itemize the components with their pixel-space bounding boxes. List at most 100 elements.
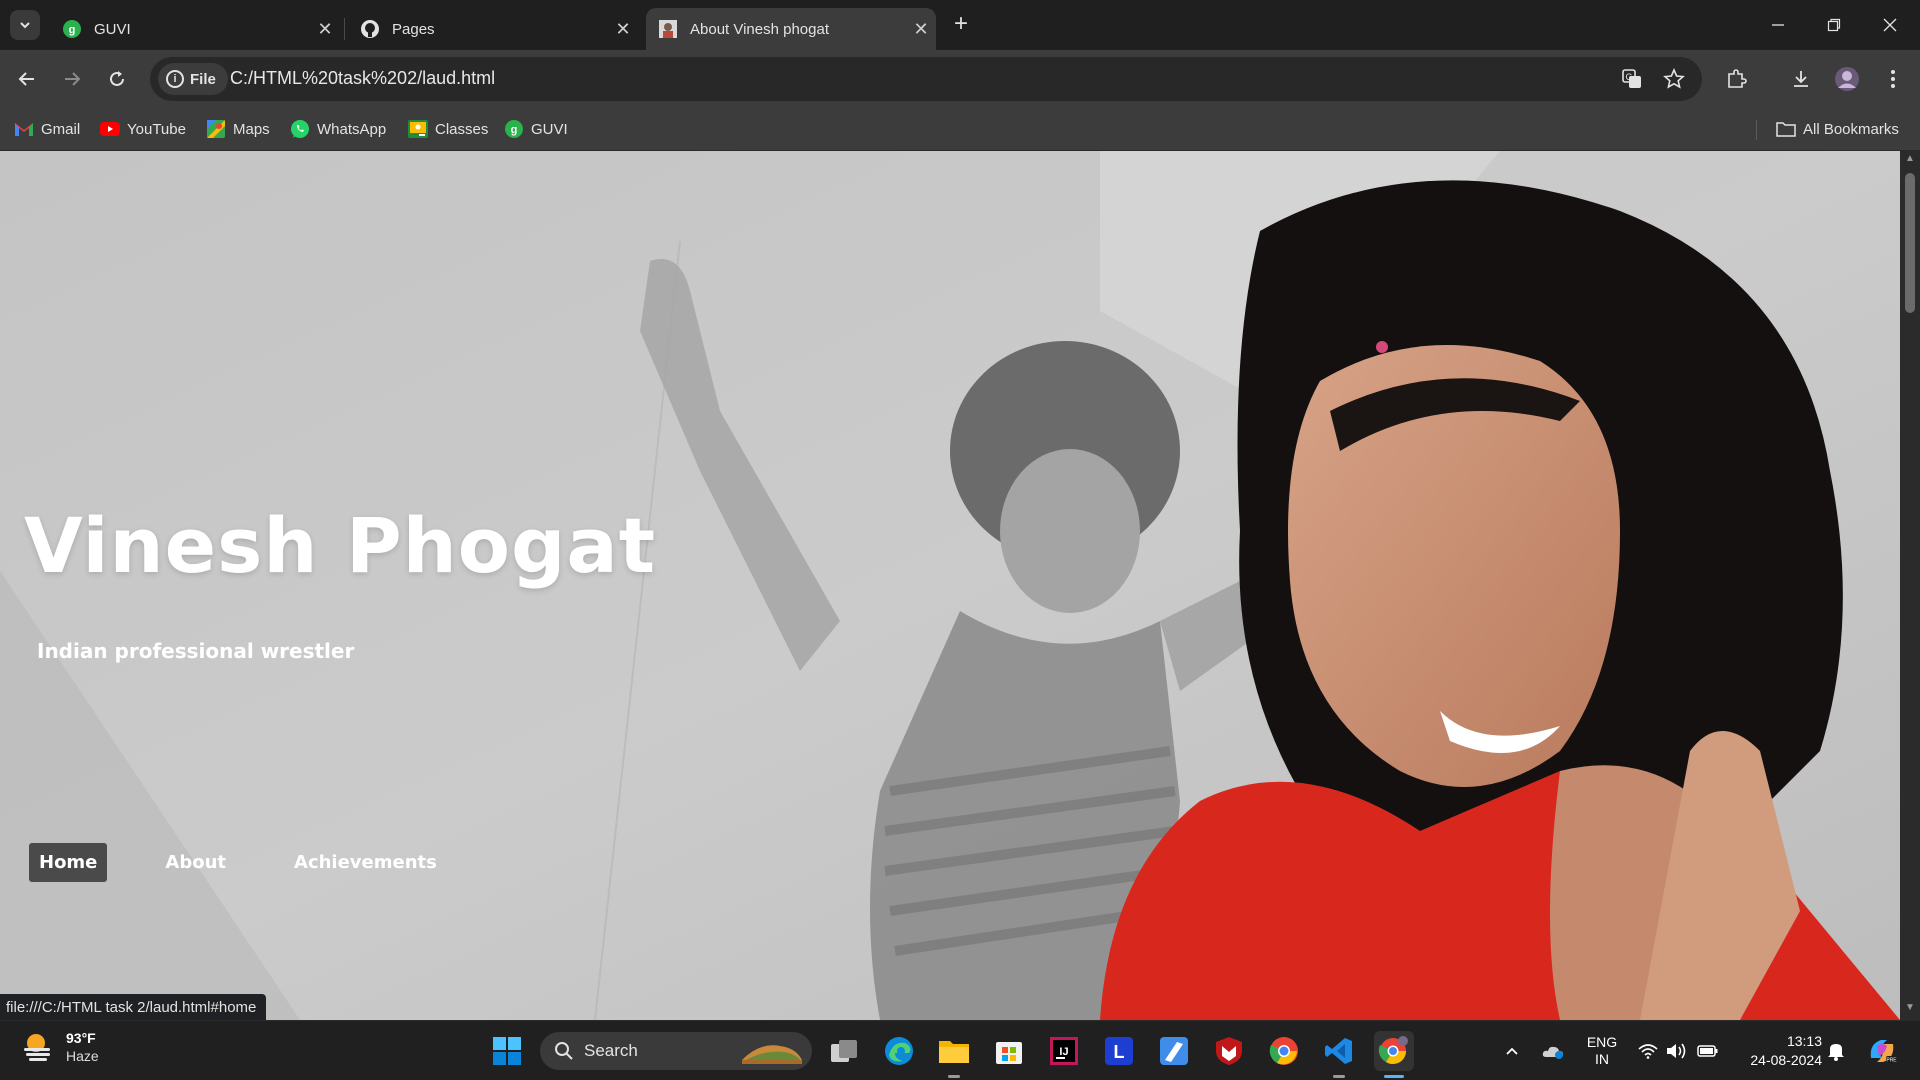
l-app[interactable]: L (1099, 1031, 1139, 1071)
tab-guvi[interactable]: g GUVI ✕ (50, 8, 340, 50)
status-bar-url: file:///C:/HTML task 2/laud.html#home (0, 994, 267, 1020)
svg-text:G: G (1625, 72, 1632, 82)
bookmark-star-icon[interactable] (1662, 67, 1686, 91)
new-tab-button[interactable]: + (948, 12, 974, 38)
chrome-icon (1269, 1037, 1298, 1065)
microsoft-store-app[interactable] (989, 1031, 1029, 1071)
chevron-down-icon (20, 22, 30, 29)
windows-taskbar: 93°F Haze Search IJ L ENG IN 13:13 24-08… (0, 1020, 1920, 1080)
bookmark-gmail[interactable]: Gmail (14, 116, 80, 142)
close-tab-icon[interactable]: ✕ (906, 19, 936, 40)
reload-button[interactable] (100, 62, 134, 96)
edge-icon (885, 1037, 913, 1065)
system-clock[interactable]: 13:13 24-08-2024 (1736, 1031, 1822, 1071)
scrollbar-thumb[interactable] (1905, 173, 1915, 313)
haze-sun-icon (24, 1034, 50, 1061)
svg-text:PRE: PRE (1886, 1058, 1897, 1064)
vscode-app[interactable] (1319, 1031, 1359, 1071)
nav-link-about[interactable]: About (155, 843, 236, 882)
profile-button[interactable] (1830, 62, 1864, 96)
bookmark-whatsapp[interactable]: WhatsApp (290, 116, 386, 142)
bookmark-youtube[interactable]: YouTube (100, 116, 186, 142)
task-view-icon (831, 1040, 857, 1062)
guvi-icon: g (62, 19, 82, 39)
browser-toolbar: i File C:/HTML%20task%202/laud.html G (0, 50, 1920, 108)
vscode-icon (1325, 1038, 1352, 1064)
svg-text:g: g (69, 24, 76, 36)
maps-icon (206, 119, 226, 139)
show-hidden-icons-button[interactable] (1500, 1031, 1524, 1071)
extensions-button[interactable] (1719, 62, 1753, 96)
avatar (1835, 67, 1859, 91)
minimize-button[interactable] (1750, 8, 1806, 42)
bookmark-guvi[interactable]: g GUVI (504, 116, 568, 142)
notification-bell-icon[interactable] (1824, 1031, 1848, 1071)
address-bar[interactable]: i File C:/HTML%20task%202/laud.html G (150, 57, 1702, 101)
close-tab-icon[interactable]: ✕ (310, 19, 340, 40)
tab-about-vinesh[interactable]: About Vinesh phogat ✕ (646, 8, 936, 50)
nav-link-achievements[interactable]: Achievements (284, 843, 447, 882)
language-code: ENG (1586, 1034, 1618, 1050)
bookmarks-divider (1756, 120, 1757, 140)
mcafee-app[interactable] (1209, 1031, 1249, 1071)
bookmark-label: Gmail (41, 120, 81, 138)
edge-app[interactable] (879, 1031, 919, 1071)
back-button[interactable] (10, 62, 44, 96)
copilot-icon[interactable]: PRE (1864, 1031, 1900, 1071)
whatsapp-icon (290, 119, 310, 139)
all-bookmarks-button[interactable]: All Bookmarks (1776, 116, 1899, 142)
chrome-profile-icon (1378, 1036, 1408, 1065)
page-scrollbar[interactable]: ▲ ▼ (1900, 151, 1920, 1020)
region-code: IN (1595, 1051, 1609, 1067)
web-page: Vinesh Phogat Indian professional wrestl… (0, 151, 1900, 1020)
reload-icon (110, 71, 124, 86)
bookmark-classes[interactable]: Classes (408, 116, 488, 142)
search-placeholder: Search (584, 1041, 638, 1060)
scroll-up-icon[interactable]: ▲ (1900, 153, 1920, 169)
page-nav: Home About Achievements (29, 841, 495, 883)
close-window-button[interactable] (1862, 8, 1918, 42)
scheme-label: File (190, 70, 216, 88)
task-view-button[interactable] (824, 1031, 864, 1071)
file-explorer-app[interactable] (934, 1031, 974, 1071)
intellij-app[interactable]: IJ (1044, 1031, 1084, 1071)
nav-link-home[interactable]: Home (29, 842, 108, 882)
translate-icon[interactable]: G (1620, 67, 1644, 91)
tab-label: About Vinesh phogat (690, 20, 830, 38)
restore-button[interactable] (1806, 8, 1862, 42)
tab-pages[interactable]: Pages ✕ (348, 8, 638, 50)
bookmark-label: Maps (233, 120, 270, 138)
shield-icon (1216, 1037, 1242, 1065)
bookmark-label: YouTube (127, 120, 186, 138)
menu-button[interactable] (1876, 62, 1910, 96)
svg-text:IJ: IJ (1059, 1046, 1068, 1058)
volume-icon[interactable] (1664, 1031, 1688, 1071)
hero-subtitle: Indian professional wrestler (37, 639, 355, 663)
chrome-app[interactable] (1264, 1031, 1304, 1071)
downloads-button[interactable] (1784, 62, 1818, 96)
restore-icon (1827, 18, 1841, 32)
close-tab-icon[interactable]: ✕ (608, 19, 638, 40)
tab-strip: g GUVI ✕ Pages ✕ About Vinesh phogat ✕ + (0, 0, 1920, 50)
site-info-chip[interactable]: i File (158, 63, 228, 95)
battery-icon[interactable] (1694, 1031, 1722, 1071)
language-indicator[interactable]: ENG IN (1580, 1031, 1624, 1071)
tab-label: Pages (392, 20, 435, 38)
chrome-profile-app[interactable] (1374, 1031, 1414, 1071)
bookmark-label: Classes (435, 120, 489, 138)
weather-widget[interactable]: 93°F Haze (20, 1029, 99, 1065)
bookmark-maps[interactable]: Maps (206, 116, 270, 142)
info-icon: i (166, 70, 184, 88)
clock-time: 13:13 (1786, 1033, 1822, 1049)
arrow-left-icon (18, 72, 34, 86)
bookmarks-bar: Gmail YouTube Maps WhatsApp Classes g GU… (0, 108, 1920, 151)
forward-button[interactable] (55, 62, 89, 96)
taskbar-search-box[interactable]: Search (540, 1032, 812, 1070)
onedrive-tray-icon[interactable] (1538, 1031, 1568, 1071)
drawing-app[interactable] (1154, 1031, 1194, 1071)
tab-search-button[interactable] (10, 10, 40, 40)
wifi-icon[interactable] (1636, 1031, 1660, 1071)
url-text[interactable]: C:/HTML%20task%202/laud.html (230, 68, 495, 89)
start-button[interactable] (487, 1031, 527, 1071)
scroll-down-icon[interactable]: ▼ (1900, 1002, 1920, 1018)
